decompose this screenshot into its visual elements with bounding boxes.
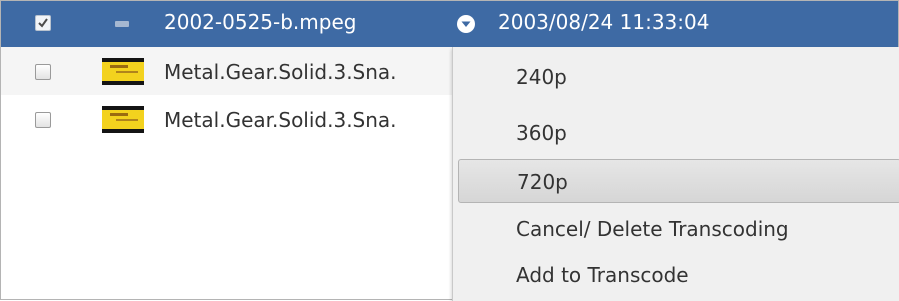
row-checkbox[interactable] <box>35 64 51 80</box>
video-thumbnail <box>102 58 144 85</box>
video-file-icon <box>115 21 129 27</box>
menu-item-cancel-delete-transcoding[interactable]: Cancel/ Delete Transcoding <box>453 207 889 251</box>
file-name[interactable]: Metal.Gear.Solid.3.Sna. <box>164 60 457 84</box>
file-name[interactable]: 2002-0525-b.mpeg <box>164 10 356 34</box>
row-checkbox[interactable] <box>35 112 51 128</box>
file-date: 2003/08/24 11:33:04 <box>498 10 710 34</box>
checkmark-icon <box>38 18 48 28</box>
menu-item-720p[interactable]: 720p <box>458 159 899 203</box>
file-row-selected[interactable]: 2002-0525-b.mpeg 2003/08/24 11:33:04 <box>1 1 898 47</box>
dropdown-arrow-icon[interactable] <box>456 14 476 34</box>
menu-item-360p[interactable]: 360p <box>453 111 889 155</box>
file-name[interactable]: Metal.Gear.Solid.3.Sna. <box>164 108 457 132</box>
video-thumbnail <box>102 106 144 133</box>
menu-item-add-to-transcode[interactable]: Add to Transcode <box>453 253 889 297</box>
menu-item-240p[interactable]: 240p <box>453 55 889 99</box>
row-checkbox-checked[interactable] <box>35 15 51 31</box>
context-menu: 240p 360p 720p Cancel/ Delete Transcodin… <box>452 47 899 301</box>
file-list: 2002-0525-b.mpeg 2003/08/24 11:33:04 Met… <box>0 0 899 301</box>
